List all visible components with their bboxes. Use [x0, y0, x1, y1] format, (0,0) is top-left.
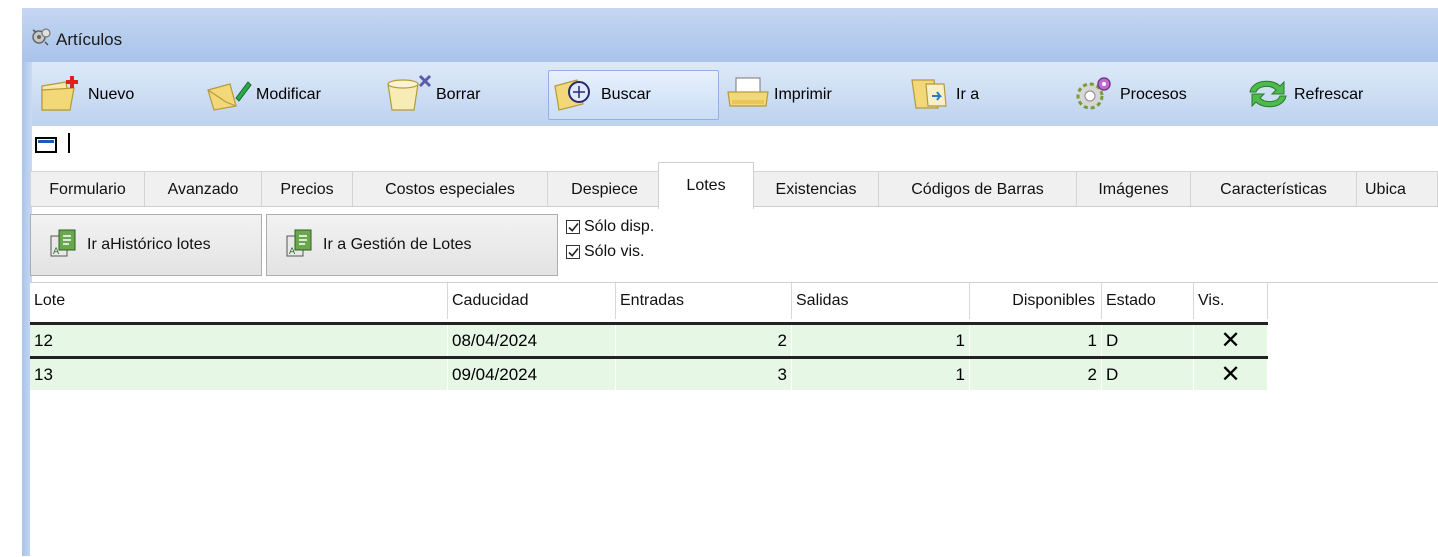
- delete-bucket-icon: [384, 72, 436, 119]
- cell-lote: 12: [30, 325, 448, 356]
- window-title: Artículos: [56, 30, 123, 49]
- report-icon: A: [31, 226, 87, 265]
- solo-vis-box[interactable]: [566, 245, 580, 259]
- title-bar: [22, 8, 1438, 62]
- column-header-estado[interactable]: Estado: [1102, 283, 1194, 319]
- refresh-button[interactable]: Refrescar: [1242, 70, 1412, 120]
- solo-disp-checkbox[interactable]: Sólo disp.: [566, 218, 654, 236]
- svg-text:A: A: [289, 247, 296, 257]
- window-icon[interactable]: [35, 137, 57, 153]
- column-header-entradas[interactable]: Entradas: [616, 283, 792, 319]
- delete-button[interactable]: Borrar: [384, 70, 544, 120]
- table-row[interactable]: 13 09/04/2024 3 1 2 D ✕: [30, 356, 1268, 390]
- gestion-lotes-button[interactable]: A Ir a Gestión de Lotes: [266, 214, 558, 276]
- tab-imagenes[interactable]: Imágenes: [1076, 171, 1191, 207]
- cell-salidas: 1: [792, 325, 970, 356]
- tab-lotes[interactable]: Lotes: [658, 162, 754, 209]
- tab-existencias[interactable]: Existencias: [753, 171, 879, 207]
- svg-text:A: A: [53, 247, 60, 257]
- tab-despiece[interactable]: Despiece: [547, 171, 662, 207]
- cell-caducidad: 08/04/2024: [448, 325, 616, 356]
- modify-button[interactable]: Modificar: [204, 70, 364, 120]
- column-header-vis[interactable]: Vis.: [1194, 283, 1268, 319]
- cell-entradas: 3: [616, 359, 792, 390]
- main-toolbar: Nuevo Modificar Borrar Buscar Imprimir I…: [32, 62, 1438, 127]
- historico-lotes-label: Ir aHistórico lotes: [87, 236, 211, 253]
- search-button[interactable]: Buscar: [548, 70, 719, 120]
- cell-entradas: 2: [616, 325, 792, 356]
- cell-disponibles: 2: [970, 359, 1102, 390]
- printer-icon: [722, 72, 774, 119]
- report-icon: A: [267, 226, 323, 265]
- goto-label: Ir a: [956, 86, 980, 103]
- column-header-disponibles[interactable]: Disponibles: [970, 283, 1102, 319]
- print-label: Imprimir: [774, 86, 832, 103]
- cell-estado: D: [1102, 325, 1194, 356]
- column-header-lote[interactable]: Lote: [30, 283, 448, 319]
- solo-disp-box[interactable]: [566, 220, 580, 234]
- tab-formulario[interactable]: Formulario: [30, 171, 145, 207]
- tab-strip: Formulario Avanzado Precios Costos espec…: [30, 162, 1438, 209]
- column-header-salidas[interactable]: Salidas: [792, 283, 970, 319]
- solo-vis-label: Sólo vis.: [584, 243, 645, 260]
- solo-vis-checkbox[interactable]: Sólo vis.: [566, 243, 644, 261]
- cell-salidas: 1: [792, 359, 970, 390]
- new-folder-icon: [36, 72, 88, 119]
- cell-estado: D: [1102, 359, 1194, 390]
- processes-label: Procesos: [1120, 86, 1187, 103]
- cell-disponibles: 1: [970, 325, 1102, 356]
- cell-vis[interactable]: ✕: [1194, 325, 1268, 356]
- delete-label: Borrar: [436, 86, 481, 103]
- historico-lotes-button[interactable]: A Ir aHistórico lotes: [30, 214, 262, 276]
- tab-ubicaciones[interactable]: Ubica: [1356, 171, 1438, 207]
- tab-codigos-de-barras[interactable]: Códigos de Barras: [878, 171, 1077, 207]
- refresh-label: Refrescar: [1294, 86, 1364, 103]
- solo-disp-label: Sólo disp.: [584, 218, 655, 235]
- gestion-lotes-label: Ir a Gestión de Lotes: [323, 236, 472, 253]
- sub-toolbar: [32, 126, 1438, 164]
- search-label: Buscar: [601, 86, 651, 103]
- goto-book-icon: [904, 72, 956, 119]
- tab-caracteristicas[interactable]: Características: [1190, 171, 1357, 207]
- new-button[interactable]: Nuevo: [36, 70, 196, 120]
- text-cursor: [68, 133, 70, 153]
- column-header-caducidad[interactable]: Caducidad: [448, 283, 616, 319]
- search-folder-icon: [549, 72, 601, 119]
- new-label: Nuevo: [88, 86, 135, 103]
- refresh-arrows-icon: [1242, 72, 1294, 119]
- print-button[interactable]: Imprimir: [722, 70, 882, 120]
- gears-icon: [1068, 72, 1120, 119]
- cell-vis[interactable]: ✕: [1194, 359, 1268, 390]
- gear-clock-icon: [30, 27, 52, 47]
- tab-precios[interactable]: Precios: [261, 171, 353, 207]
- cell-lote: 13: [30, 359, 448, 390]
- processes-button[interactable]: Procesos: [1068, 70, 1228, 120]
- tab-avanzado[interactable]: Avanzado: [144, 171, 262, 207]
- edit-folder-icon: [204, 72, 256, 119]
- table-row[interactable]: 12 08/04/2024 2 1 1 D ✕: [30, 322, 1268, 356]
- modify-label: Modificar: [256, 86, 321, 103]
- tab-costos-especiales[interactable]: Costos especiales: [352, 171, 548, 207]
- goto-button[interactable]: Ir a: [904, 70, 1054, 120]
- cell-caducidad: 09/04/2024: [448, 359, 616, 390]
- top-margin: [0, 0, 1438, 8]
